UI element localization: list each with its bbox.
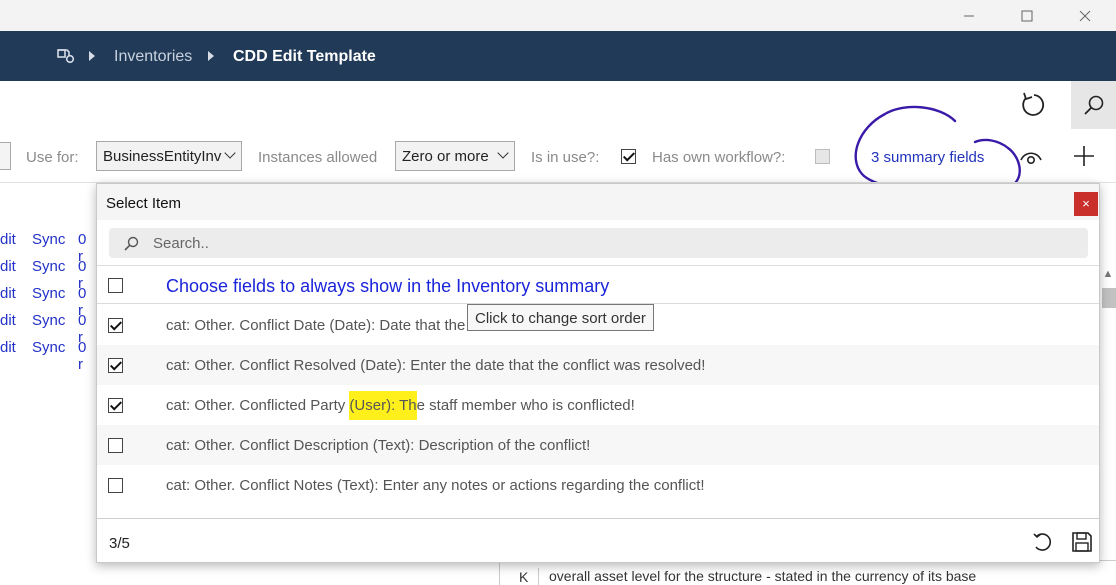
scrollbar-thumb[interactable] <box>1102 288 1116 308</box>
breadcrumb-separator-icon <box>208 51 214 61</box>
use-for-label: Use for: <box>26 149 79 166</box>
search-icon <box>1084 95 1104 115</box>
undo-icon[interactable] <box>1031 531 1053 553</box>
select-all-label[interactable]: Choose fields to always show in the Inve… <box>166 276 609 297</box>
dialog-search-box <box>109 228 1088 258</box>
list-item[interactable]: cat: Other. Conflict Notes (Text): Enter… <box>97 465 1099 505</box>
sync-link[interactable]: Sync <box>32 285 65 302</box>
selection-counter: 3/5 <box>109 535 130 552</box>
dialog-header: Select Item × <box>97 184 1099 220</box>
sync-link[interactable]: Sync <box>32 339 65 356</box>
item-label: cat: Other. Conflict Description (Text):… <box>166 437 591 454</box>
edit-link[interactable]: dit <box>0 285 16 302</box>
close-icon[interactable] <box>1062 0 1108 31</box>
chevron-down-icon <box>224 147 236 159</box>
select-all-checkbox[interactable] <box>108 278 123 293</box>
breadcrumb-inventories[interactable]: Inventories <box>114 48 192 66</box>
dialog-search-input[interactable] <box>153 232 1053 254</box>
edit-link[interactable]: dit <box>0 258 16 275</box>
list-item[interactable]: cat: Other. Conflicted Party (User): The… <box>97 385 1099 425</box>
edit-link[interactable]: dit <box>0 231 16 248</box>
search-button[interactable] <box>1071 81 1116 129</box>
filter-row: Use for: BusinessEntityInv Instances all… <box>0 105 1116 194</box>
window-titlebar <box>0 0 1116 31</box>
item-label: cat: Other. Conflict Notes (Text): Enter… <box>166 477 705 494</box>
item-checkbox[interactable] <box>108 398 123 413</box>
search-icon <box>124 236 139 251</box>
save-icon[interactable] <box>1071 531 1093 553</box>
breadcrumb: Inventories CDD Edit Template <box>0 31 1116 81</box>
item-label: cat: Other. Conflict Resolved (Date): En… <box>166 357 706 374</box>
add-icon[interactable] <box>1072 144 1096 168</box>
sync-link[interactable]: Sync <box>32 312 65 329</box>
chevron-down-icon <box>497 147 509 159</box>
use-for-value: BusinessEntityInv <box>103 148 222 165</box>
breadcrumb-current-page: CDD Edit Template <box>233 48 376 65</box>
inventory-home-icon[interactable] <box>56 47 76 65</box>
own-workflow-label: Has own workflow?: <box>652 149 786 166</box>
edit-link[interactable]: dit <box>0 312 16 329</box>
item-label: cat: Other. Conflicted Party (User): The… <box>166 391 635 420</box>
background-detail-row: K overall asset level for the structure … <box>499 560 1116 585</box>
item-label-end: e staff member who is conflicted! <box>416 397 635 414</box>
breadcrumb-separator-icon <box>89 51 95 61</box>
minimize-icon[interactable] <box>946 0 992 31</box>
item-checkbox[interactable] <box>108 358 123 373</box>
item-label-start: cat: Other. Conflicted Party <box>166 397 350 414</box>
is-in-use-checkbox[interactable] <box>621 149 636 164</box>
is-in-use-label: Is in use?: <box>531 149 600 166</box>
item-label: cat: Other. Conflict Date (Date): Date t… <box>166 317 466 334</box>
sync-link[interactable]: Sync <box>32 231 65 248</box>
item-checkbox[interactable] <box>108 478 123 493</box>
item-checkbox[interactable] <box>108 318 123 333</box>
instances-allowed-value: Zero or more <box>402 148 489 165</box>
row-count: 0 r <box>78 339 87 373</box>
instances-allowed-label: Instances allowed <box>258 149 378 166</box>
sort-order-tooltip: Click to change sort order <box>467 304 654 331</box>
detail-key: K <box>519 569 529 585</box>
edit-link[interactable]: dit <box>0 339 16 356</box>
dialog-title: Select Item <box>106 195 182 212</box>
item-checkbox[interactable] <box>108 438 123 453</box>
own-workflow-checkbox[interactable] <box>815 149 830 164</box>
detail-text: overall asset level for the structure - … <box>538 568 976 585</box>
highlighted-text: (User): Th <box>349 391 417 420</box>
visibility-icon[interactable] <box>1018 146 1044 168</box>
instances-allowed-select[interactable]: Zero or more <box>395 141 515 171</box>
scroll-up-icon[interactable]: ▲ <box>1100 268 1116 284</box>
maximize-icon[interactable] <box>1004 0 1050 31</box>
dialog-close-button[interactable]: × <box>1074 192 1098 216</box>
select-all-row[interactable]: Choose fields to always show in the Inve… <box>97 266 1099 304</box>
sync-link[interactable]: Sync <box>32 258 65 275</box>
use-for-select[interactable]: BusinessEntityInv <box>96 141 242 171</box>
list-item[interactable]: cat: Other. Conflict Description (Text):… <box>97 425 1099 465</box>
partial-select[interactable] <box>0 142 11 170</box>
list-item[interactable]: cat: Other. Conflict Resolved (Date): En… <box>97 345 1099 385</box>
dialog-footer: 3/5 <box>97 518 1099 563</box>
close-icon: × <box>1082 196 1090 211</box>
select-item-dialog: Select Item × Choose fields to always sh… <box>96 183 1100 563</box>
